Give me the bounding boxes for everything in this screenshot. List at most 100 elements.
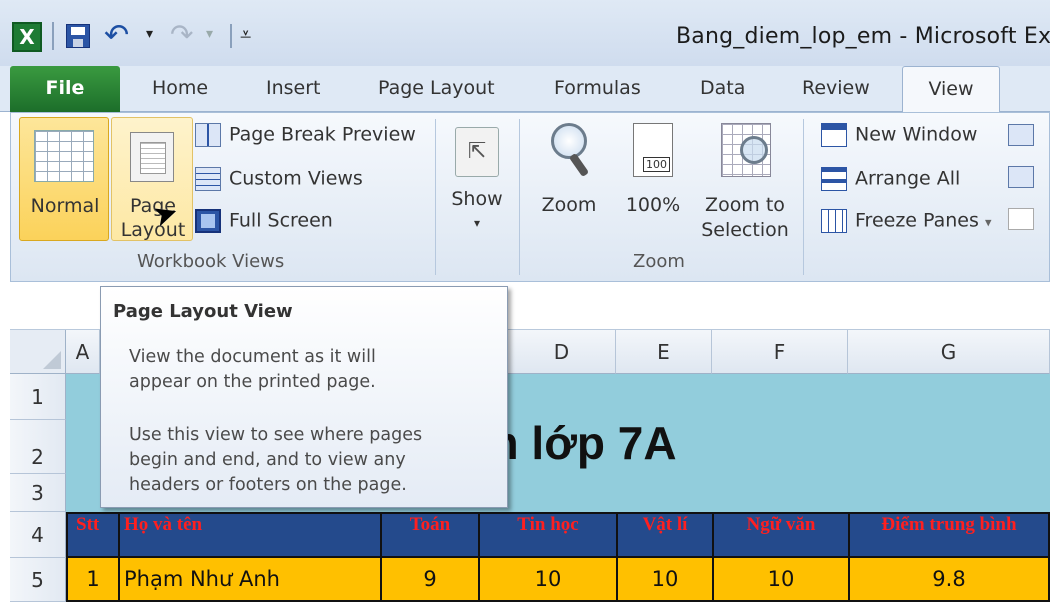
page-layout-view-tooltip: Page Layout View View the document as it…: [100, 286, 508, 508]
tooltip-line: Use this view to see where pages: [129, 425, 423, 445]
tooltip-title: Page Layout View: [113, 301, 293, 322]
chevron-down-icon: ▾: [473, 216, 481, 230]
excel-logo-icon[interactable]: X: [12, 22, 42, 52]
row-header-4[interactable]: 4: [10, 512, 66, 558]
normal-view-icon: [34, 130, 94, 182]
undo-dropdown-icon[interactable]: ▾: [146, 26, 153, 42]
split-icon[interactable]: [1008, 124, 1034, 146]
freeze-panes-icon: [821, 209, 847, 233]
unhide-window-icon[interactable]: [1008, 208, 1034, 230]
tab-file[interactable]: File: [10, 66, 120, 112]
show-label: Show: [451, 188, 503, 210]
custom-views-label: Custom Views: [229, 167, 363, 190]
group-separator: [803, 119, 804, 275]
group-separator: [519, 119, 520, 275]
tooltip-line: appear on the printed page.: [129, 372, 376, 392]
page-break-preview-button[interactable]: Page Break Preview: [195, 123, 416, 147]
hide-window-icon[interactable]: [1008, 166, 1034, 188]
arrange-all-button[interactable]: Arrange All: [821, 167, 960, 191]
tab-formulas[interactable]: Formulas: [554, 66, 641, 112]
header-cell-toan[interactable]: Toán: [380, 512, 480, 558]
cell-ngu-van[interactable]: 10: [712, 558, 850, 602]
cell-tin-hoc[interactable]: 10: [478, 558, 618, 602]
workbook-views-group-label: Workbook Views: [137, 251, 285, 272]
column-header-d[interactable]: D: [508, 330, 616, 374]
zoom-100-icon: 100: [633, 123, 673, 177]
page-break-preview-label: Page Break Preview: [229, 123, 416, 146]
quick-access-separator: [230, 24, 232, 48]
column-header-e[interactable]: E: [616, 330, 712, 374]
header-cell-stt[interactable]: Stt: [66, 512, 120, 558]
redo-dropdown-icon[interactable]: ▾: [206, 26, 213, 42]
row-header-3[interactable]: 3: [10, 474, 66, 512]
customize-toolbar-icon[interactable]: ⩡: [240, 22, 251, 46]
zoom-button[interactable]: Zoom: [535, 117, 603, 241]
arrange-all-icon: [821, 167, 847, 191]
window-title: Bang_diem_lop_em - Microsoft Exc: [676, 24, 1050, 49]
cell-name[interactable]: Phạm Như Anh: [118, 558, 382, 602]
title-bar: X ↶ ▾ ↷ ▾ ⩡ Bang_diem_lop_em - Microsoft…: [0, 0, 1050, 66]
tab-view[interactable]: View: [902, 66, 1000, 113]
row-header-1[interactable]: 1: [10, 374, 66, 420]
new-window-label: New Window: [855, 123, 978, 146]
page-layout-icon: [130, 132, 174, 182]
show-icon: ⇱: [455, 127, 499, 177]
zoom-100-label: 100%: [625, 194, 681, 216]
save-icon[interactable]: [66, 24, 90, 48]
column-header-f[interactable]: F: [712, 330, 848, 374]
tooltip-line: View the document as it will: [129, 347, 376, 367]
cell-diem-tb[interactable]: 9.8: [848, 558, 1050, 602]
show-button[interactable]: ⇱ Show ▾: [445, 117, 509, 243]
normal-view-label: Normal: [30, 195, 100, 217]
tab-insert[interactable]: Insert: [266, 66, 321, 112]
zoom-to-selection-line2: Selection: [701, 219, 789, 241]
freeze-panes-label: Freeze Panes: [855, 209, 979, 232]
full-screen-button[interactable]: Full Screen: [195, 209, 333, 233]
page-break-icon: [195, 123, 221, 147]
header-cell-diem-tb[interactable]: Điểm trung bình: [848, 512, 1050, 558]
new-window-icon: [821, 123, 847, 147]
header-cell-name[interactable]: Họ và tên: [118, 512, 382, 558]
tooltip-line: begin and end, and to view any: [129, 450, 406, 470]
tab-home[interactable]: Home: [152, 66, 208, 112]
tab-review[interactable]: Review: [802, 66, 870, 112]
zoom-100-button[interactable]: 100 100%: [619, 117, 687, 241]
ribbon-tabs: File Home Insert Page Layout Formulas Da…: [0, 66, 1050, 113]
group-separator: [435, 119, 436, 275]
freeze-panes-button[interactable]: Freeze Panes ▾: [821, 209, 991, 233]
new-window-button[interactable]: New Window: [821, 123, 977, 147]
row-header-5[interactable]: 5: [10, 558, 66, 602]
full-screen-icon: [195, 209, 221, 233]
select-all-corner[interactable]: [10, 330, 66, 374]
arrange-all-label: Arrange All: [855, 167, 961, 190]
redo-icon[interactable]: ↷: [170, 18, 193, 51]
header-cell-tin-hoc[interactable]: Tin học: [478, 512, 618, 558]
tab-page-layout[interactable]: Page Layout: [378, 66, 495, 112]
cell-vat-li[interactable]: 10: [616, 558, 714, 602]
full-screen-label: Full Screen: [229, 209, 333, 232]
undo-icon[interactable]: ↶: [104, 18, 129, 53]
quick-access-separator: [52, 22, 54, 50]
zoom-100-badge: 100: [643, 157, 670, 172]
cell-stt[interactable]: 1: [66, 558, 120, 602]
page-layout-label-line2: Layout: [120, 219, 186, 241]
cell-toan[interactable]: 9: [380, 558, 480, 602]
zoom-to-selection-line1: Zoom to: [705, 194, 785, 216]
ribbon-view: Normal Page Layout ➤ Page Break Preview …: [10, 112, 1050, 282]
tooltip-line: headers or footers on the page.: [129, 475, 407, 495]
normal-view-button[interactable]: Normal: [19, 117, 109, 241]
custom-views-button[interactable]: Custom Views: [195, 167, 363, 191]
zoom-label: Zoom: [541, 194, 597, 216]
column-header-a[interactable]: A: [66, 330, 100, 374]
column-header-g[interactable]: G: [848, 330, 1050, 374]
custom-views-icon: [195, 167, 221, 191]
magnifier-icon: [549, 121, 589, 185]
header-cell-vat-li[interactable]: Vật lí: [616, 512, 714, 558]
header-cell-ngu-van[interactable]: Ngữ văn: [712, 512, 850, 558]
zoom-to-selection-button[interactable]: Zoom to Selection: [693, 117, 797, 267]
chevron-down-icon: ▾: [984, 215, 992, 231]
tab-data[interactable]: Data: [700, 66, 745, 112]
zoom-to-selection-label: Zoom to Selection: [693, 193, 797, 243]
zoom-to-selection-icon: [721, 123, 771, 177]
row-header-2[interactable]: 2: [10, 420, 66, 474]
